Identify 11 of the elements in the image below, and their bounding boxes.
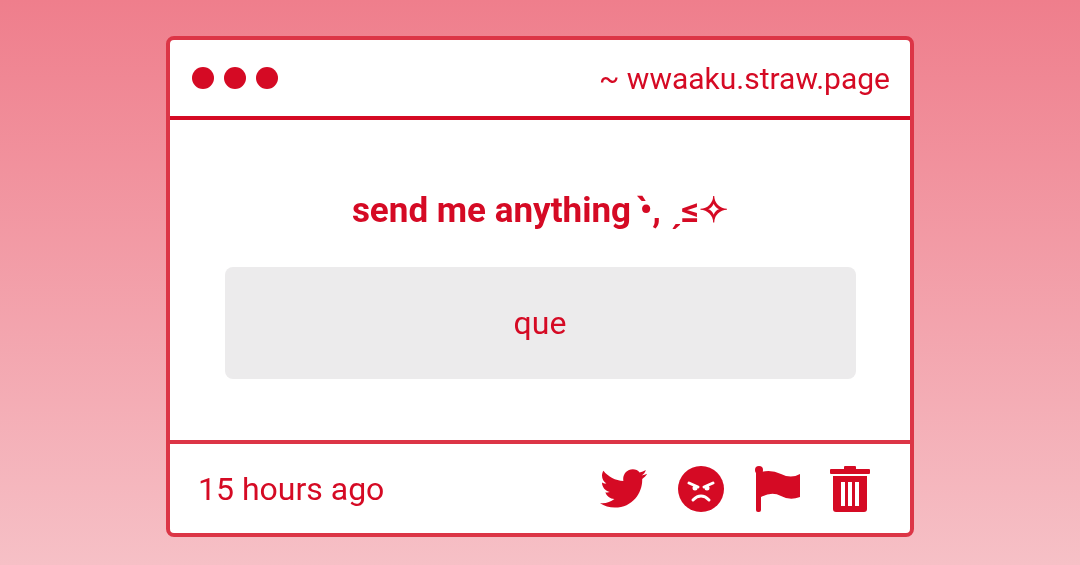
window-dot (192, 67, 214, 89)
prompt-title: send me anything •̀, ˏ≤✧ (351, 190, 729, 231)
bird-icon[interactable] (600, 468, 648, 509)
angry-face-icon[interactable] (678, 465, 724, 512)
timestamp: 15 hours ago (198, 469, 385, 508)
window-dot (256, 67, 278, 89)
window-dot (224, 67, 246, 89)
message-text: que (513, 304, 567, 342)
page-url: ~ wwaaku.straw.page (599, 60, 890, 96)
flag-icon[interactable] (754, 465, 800, 512)
trash-icon[interactable] (830, 465, 870, 512)
